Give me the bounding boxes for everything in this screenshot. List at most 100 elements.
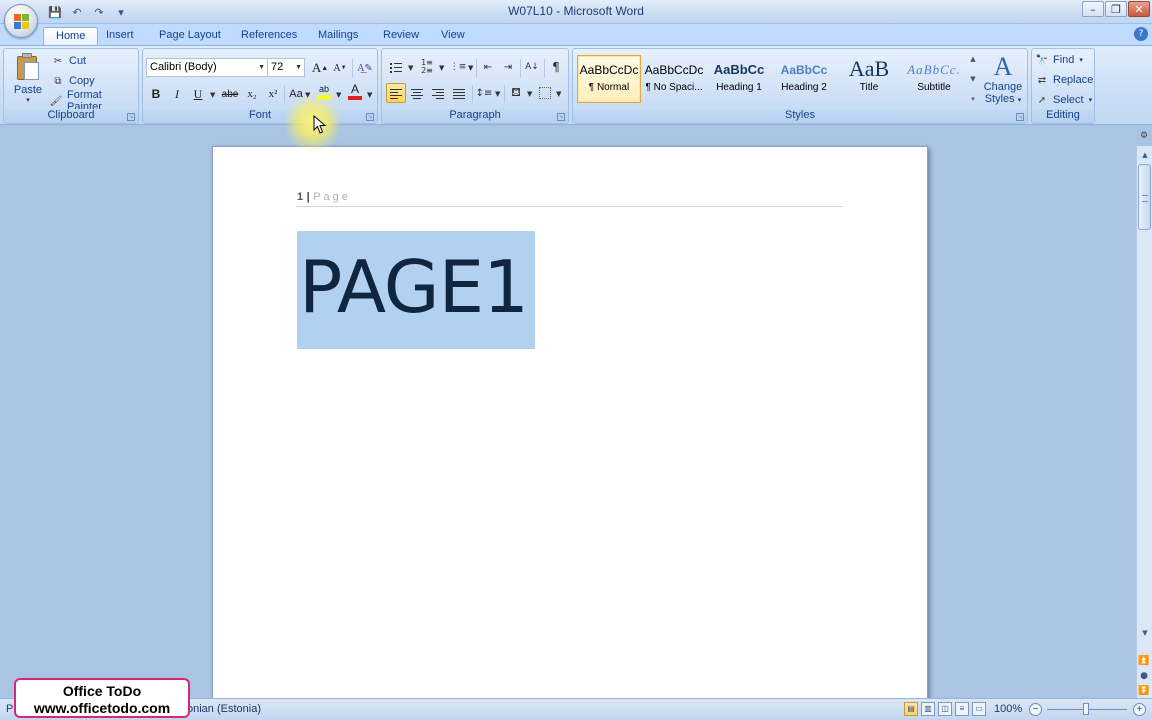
chevron-down-icon[interactable]: ▼ bbox=[495, 90, 500, 98]
style-heading-2[interactable]: AaBbCc Heading 2 bbox=[772, 55, 836, 103]
tab-insert[interactable]: Insert bbox=[94, 27, 146, 46]
watermark-line-1: Office ToDo bbox=[62, 683, 142, 699]
format-painter-button[interactable]: 🖌 Format Painter bbox=[50, 89, 138, 113]
cut-button[interactable]: ✂ Cut bbox=[52, 52, 86, 70]
web-layout-icon[interactable]: ◫ bbox=[938, 702, 952, 716]
select-button[interactable]: ➚ Select ▾ bbox=[1036, 91, 1092, 109]
tab-mailings[interactable]: Mailings bbox=[306, 27, 370, 46]
font-name-value: Calibri (Body) bbox=[150, 61, 217, 73]
decrease-indent-button[interactable]: ⇤ bbox=[478, 57, 498, 77]
zoom-level[interactable]: 100% bbox=[994, 703, 1022, 715]
bold-button[interactable]: B bbox=[146, 84, 166, 104]
clear-formatting-button[interactable]: A͟✎ bbox=[355, 58, 375, 78]
close-button[interactable]: ✕ bbox=[1128, 1, 1150, 17]
zoom-in-icon[interactable]: + bbox=[1133, 703, 1146, 716]
replace-button[interactable]: ⇄ Replace bbox=[1036, 71, 1094, 89]
font-size-combo[interactable]: 72 ▼ bbox=[267, 58, 305, 77]
copy-button[interactable]: ⧉ Copy bbox=[52, 72, 94, 90]
zoom-out-icon[interactable]: − bbox=[1029, 703, 1042, 716]
shrink-font-button[interactable]: A ▼ bbox=[330, 58, 350, 78]
increase-indent-button[interactable]: ⇥ bbox=[498, 57, 518, 77]
paragraph-launcher-icon[interactable]: ↘ bbox=[557, 113, 565, 121]
clipboard-launcher-icon[interactable]: ↘ bbox=[127, 113, 135, 121]
style-subtitle[interactable]: AaBbCc. Subtitle bbox=[902, 55, 966, 103]
chevron-down-icon[interactable]: ▼ bbox=[367, 91, 372, 99]
multilevel-list-button[interactable]: ⋮≡ bbox=[448, 57, 468, 77]
chevron-down-icon[interactable]: ▼ bbox=[408, 64, 413, 72]
chevron-down-icon[interactable]: ▼ bbox=[468, 64, 473, 72]
font-group: Calibri (Body) ▼ 72 ▼ A ▲ A ▼ A͟✎ B I U ▼ … bbox=[142, 48, 378, 124]
print-layout-icon[interactable]: ▤ bbox=[904, 702, 918, 716]
header-page-number: 1 bbox=[297, 191, 304, 203]
italic-button[interactable]: I bbox=[167, 84, 187, 104]
more-icon[interactable]: ▾ bbox=[971, 95, 975, 103]
show-formatting-button[interactable]: ¶ bbox=[546, 57, 566, 77]
font-color-button[interactable]: A bbox=[345, 82, 365, 102]
scroll-thumb[interactable] bbox=[1138, 164, 1151, 230]
document-page[interactable]: 1 | Page PAGE1 bbox=[212, 146, 928, 698]
justify-button[interactable] bbox=[449, 83, 469, 103]
superscript-button[interactable]: x² bbox=[263, 84, 283, 104]
scroll-down-icon[interactable]: ▼ bbox=[1138, 626, 1152, 640]
minimize-button[interactable]: – bbox=[1082, 1, 1104, 17]
tab-page-layout[interactable]: Page Layout bbox=[147, 27, 233, 46]
page-header[interactable]: 1 | Page bbox=[297, 191, 351, 203]
next-page-icon[interactable]: ⏬ bbox=[1138, 685, 1150, 697]
align-left-button[interactable] bbox=[386, 83, 406, 103]
change-styles-button[interactable]: A Change Styles ▾ bbox=[983, 53, 1023, 111]
help-icon[interactable]: ? bbox=[1134, 27, 1148, 41]
chevron-down-icon[interactable]: ▼ bbox=[527, 90, 532, 98]
view-ruler-icon[interactable]: ⚙ bbox=[1138, 131, 1150, 145]
status-language[interactable]: onian (Estonia) bbox=[187, 703, 261, 715]
tab-references[interactable]: References bbox=[229, 27, 309, 46]
numbering-button[interactable]: 1≡ 2≡ bbox=[417, 57, 437, 77]
zoom-slider-thumb[interactable] bbox=[1083, 703, 1089, 715]
previous-page-icon[interactable]: ⏫ bbox=[1138, 655, 1150, 667]
align-center-button[interactable] bbox=[407, 83, 427, 103]
select-browse-object-icon[interactable]: ● bbox=[1138, 670, 1150, 682]
chevron-down-icon[interactable]: ▼ bbox=[556, 90, 561, 98]
paste-button[interactable]: Paste ▾ bbox=[10, 53, 46, 107]
styles-gallery-scroll[interactable]: ▲ ▼ ▾ bbox=[966, 55, 980, 103]
clipboard-group: Paste ▾ ✂ Cut ⧉ Copy 🖌 Format Painter Cl… bbox=[3, 48, 139, 124]
document-body-text[interactable]: PAGE1 bbox=[299, 237, 529, 337]
chevron-down-icon[interactable]: ▼ bbox=[970, 75, 975, 83]
chevron-down-icon[interactable]: ▼ bbox=[210, 91, 215, 99]
style-heading-1[interactable]: AaBbCc Heading 1 bbox=[707, 55, 771, 103]
style-normal[interactable]: AaBbCcDc ¶ Normal bbox=[577, 55, 641, 103]
subscript-button[interactable]: x₂ bbox=[242, 84, 262, 104]
chevron-down-icon[interactable]: ▼ bbox=[439, 64, 444, 72]
style-sample: AaBbCc bbox=[713, 62, 765, 77]
scroll-up-icon[interactable]: ▲ bbox=[1138, 148, 1152, 162]
restore-button[interactable]: ❐ bbox=[1105, 1, 1127, 17]
find-button[interactable]: 🔭 Find ▾ bbox=[1036, 51, 1083, 69]
office-button[interactable] bbox=[4, 4, 38, 38]
font-launcher-icon[interactable]: ↘ bbox=[366, 113, 374, 121]
borders-button[interactable] bbox=[535, 83, 555, 103]
tab-view[interactable]: View bbox=[429, 27, 477, 46]
full-screen-reading-icon[interactable]: ▥ bbox=[921, 702, 935, 716]
draft-icon[interactable]: ▭ bbox=[972, 702, 986, 716]
style-sample: AaBbCc. bbox=[907, 62, 961, 77]
underline-button[interactable]: U bbox=[188, 84, 208, 104]
vertical-scrollbar[interactable]: ▲ ▼ bbox=[1136, 146, 1152, 698]
chevron-up-icon[interactable]: ▲ bbox=[970, 55, 975, 63]
shading-button[interactable]: ⛾ bbox=[506, 83, 526, 103]
grow-font-button[interactable]: A ▲ bbox=[310, 58, 330, 78]
tab-review[interactable]: Review bbox=[371, 27, 431, 46]
strikethrough-button[interactable]: abe bbox=[220, 84, 240, 104]
align-right-button[interactable] bbox=[428, 83, 448, 103]
outline-icon[interactable]: ≡ bbox=[955, 702, 969, 716]
font-name-combo[interactable]: Calibri (Body) ▼ bbox=[146, 58, 268, 77]
styles-launcher-icon[interactable]: ↘ bbox=[1016, 113, 1024, 121]
font-color-icon: A bbox=[350, 82, 359, 96]
line-spacing-button[interactable]: ↕≡ bbox=[474, 83, 494, 103]
style-no-spacing[interactable]: AaBbCcDc ¶ No Spaci... bbox=[642, 55, 706, 103]
chevron-down-icon[interactable]: ▼ bbox=[336, 91, 341, 99]
status-page-info[interactable]: P bbox=[6, 703, 13, 715]
bullets-button[interactable] bbox=[386, 57, 406, 77]
tab-home[interactable]: Home bbox=[43, 27, 99, 46]
scissors-icon: ✂ bbox=[53, 55, 63, 67]
style-title[interactable]: AaB Title bbox=[837, 55, 901, 103]
sort-button[interactable]: A↓ bbox=[522, 57, 542, 77]
